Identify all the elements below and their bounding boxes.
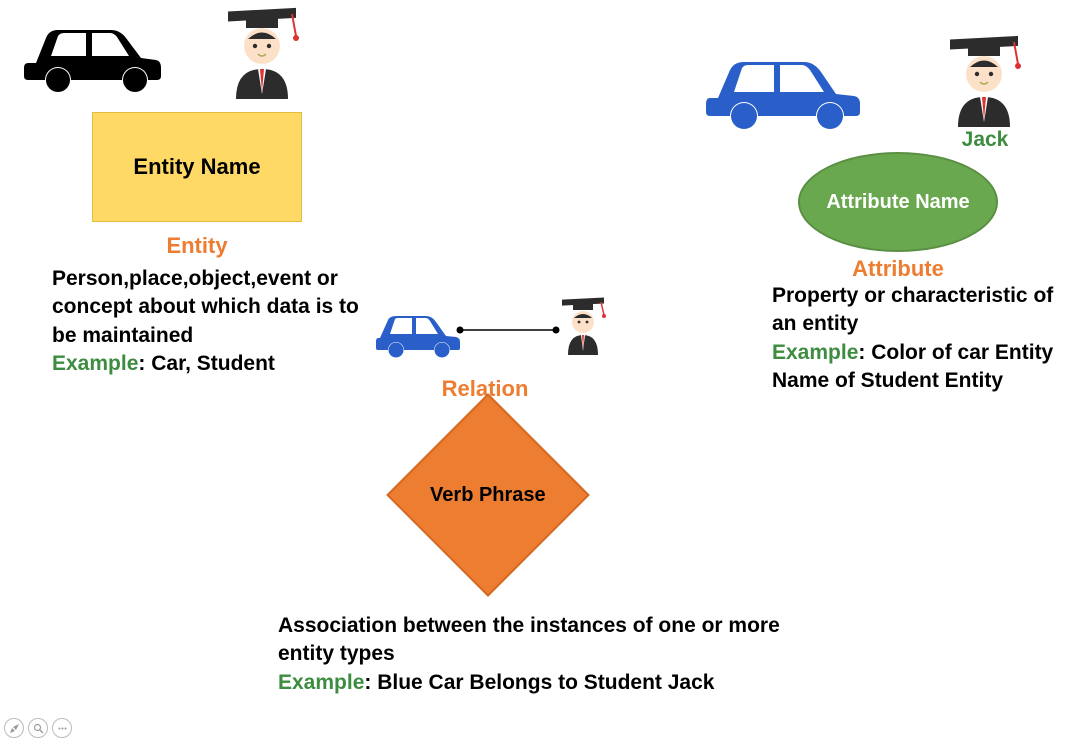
graduate-attr-icon xyxy=(940,32,1028,137)
relation-description-block: Association between the instances of one… xyxy=(278,612,788,697)
zoom-icon[interactable] xyxy=(28,718,48,738)
relation-shape-text: Verb Phrase xyxy=(430,483,546,507)
attr-student-name: Jack xyxy=(955,128,1015,152)
pen-icon[interactable] xyxy=(4,718,24,738)
attribute-shape-text: Attribute Name xyxy=(826,190,969,214)
entity-shape: Entity Name xyxy=(92,112,302,222)
relation-example-label: Example xyxy=(278,671,364,694)
relation-illustration xyxy=(368,290,618,375)
bottom-toolbar xyxy=(4,718,72,738)
car-black-icon xyxy=(16,8,166,103)
attribute-description: Property or characteristic of an entity xyxy=(772,284,1053,335)
graduate-top-left-icon xyxy=(218,4,306,109)
attribute-example-label: Example xyxy=(772,341,858,364)
more-icon[interactable] xyxy=(52,718,72,738)
entity-shape-text: Entity Name xyxy=(133,154,260,180)
attribute-shape: Attribute Name xyxy=(798,152,998,252)
relation-example-text: : Blue Car Belongs to Student Jack xyxy=(364,671,714,694)
relation-shape: Verb Phrase xyxy=(378,410,598,580)
entity-description-block: Person,place,object,event or concept abo… xyxy=(52,265,362,378)
car-blue-attr-icon xyxy=(696,40,866,140)
attribute-description-block: Property or characteristic of an entity … xyxy=(772,282,1082,395)
attribute-title: Attribute xyxy=(798,256,998,282)
entity-description: Person,place,object,event or concept abo… xyxy=(52,267,359,347)
entity-title: Entity xyxy=(92,233,302,259)
entity-example-text: : Car, Student xyxy=(138,352,275,375)
entity-example-label: Example xyxy=(52,352,138,375)
relation-description: Association between the instances of one… xyxy=(278,614,780,665)
